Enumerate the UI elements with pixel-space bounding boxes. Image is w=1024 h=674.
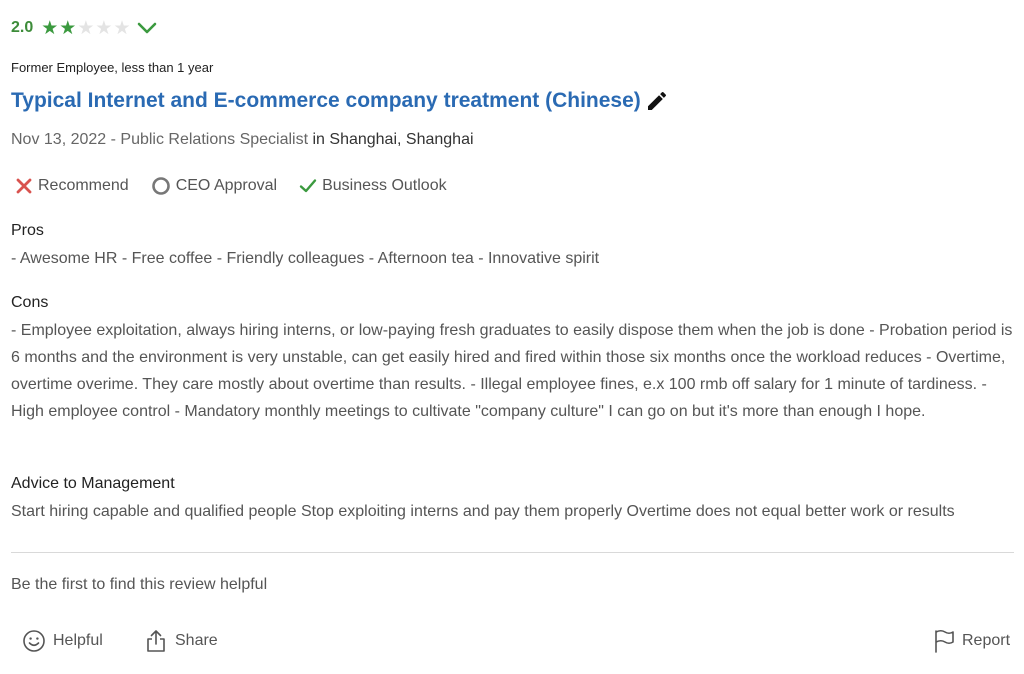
cons-heading: Cons [11,294,49,311]
advice-text: Start hiring capable and qualified peopl… [11,503,955,520]
check-icon [299,177,317,195]
rating-row: 2.0 ★ ★ ★ ★ ★ [11,15,157,41]
review-meta: Nov 13, 2022 - Public Relations Speciali… [11,131,474,149]
indicator-label: Business Outlook [322,177,447,194]
indicator-recommend: Recommend [15,177,129,195]
review-in-word: in [308,131,330,148]
x-icon [15,177,33,195]
report-label: Report [962,632,1011,649]
share-icon [144,629,168,653]
advice-heading: Advice to Management [11,475,175,492]
pencil-icon[interactable] [645,89,669,113]
helpful-prompt: Be the first to find this review helpful [11,576,268,593]
star-empty-icon: ★ [113,17,131,39]
circle-icon [151,176,171,196]
star-empty-icon: ★ [95,17,113,39]
review-indicators: Recommend CEO Approval Business Outlook [15,176,469,196]
review-date-role: Nov 13, 2022 - Public Relations Speciali… [11,131,309,148]
pros-heading: Pros [11,222,44,239]
star-filled-icon: ★ [41,17,59,39]
helpful-label: Helpful [53,632,103,649]
employee-status: Former Employee, less than 1 year [11,60,214,75]
report-button[interactable]: Report [933,629,1010,653]
cons-text: - Employee exploitation, always hiring i… [11,322,1013,420]
helpful-button[interactable]: Helpful [22,629,103,653]
divider [11,552,1014,553]
indicator-ceo-approval: CEO Approval [151,176,277,196]
indicator-label: Recommend [38,177,129,194]
pros-text: - Awesome HR - Free coffee - Friendly co… [11,250,600,267]
indicator-business-outlook: Business Outlook [299,177,447,195]
review-location: Shanghai, Shanghai [329,131,474,148]
share-label: Share [175,632,218,649]
star-empty-icon: ★ [77,17,95,39]
star-filled-icon: ★ [59,17,77,39]
review-title[interactable]: Typical Internet and E-commerce company … [11,89,641,113]
indicator-label: CEO Approval [175,177,278,194]
review-title-row: Typical Internet and E-commerce company … [11,89,669,113]
smiley-icon [22,629,46,653]
rating-value: 2.0 [11,19,34,36]
flag-icon [933,629,955,653]
chevron-down-icon[interactable] [137,21,157,35]
share-button[interactable]: Share [144,629,218,653]
star-rating: ★ ★ ★ ★ ★ [41,19,131,38]
